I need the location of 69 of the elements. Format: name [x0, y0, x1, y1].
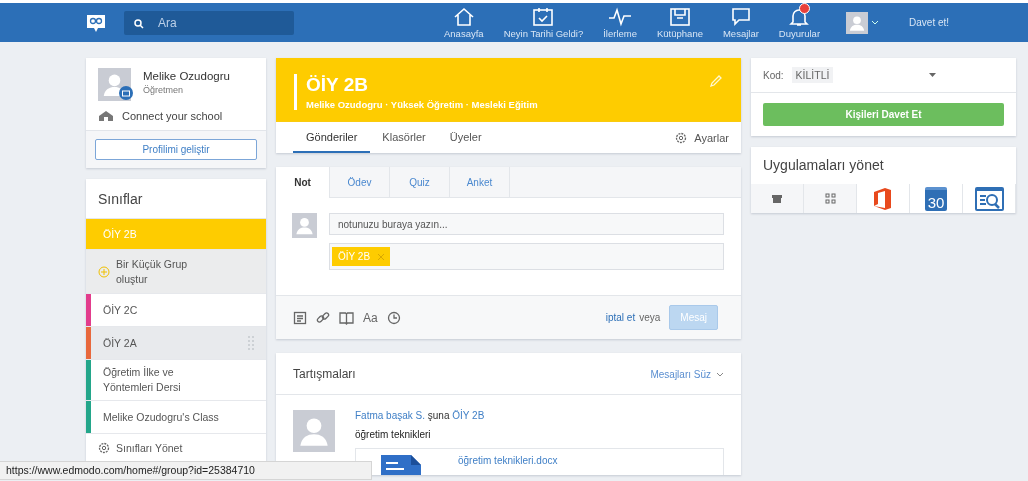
dropdown-caret-icon [929, 73, 937, 77]
nav-item[interactable]: Mesajlar [712, 6, 769, 39]
office-app-icon [873, 186, 893, 211]
composer-tab[interactable]: Quiz [390, 167, 450, 198]
home-icon [452, 6, 475, 27]
calendar-app-icon[interactable]: 30 [924, 186, 948, 211]
user-role: Öğretmen [143, 85, 185, 95]
nav-item[interactable]: Duyurular [768, 6, 831, 39]
settings-icon [675, 131, 688, 144]
class-item[interactable]: ÖİY 2A [86, 327, 266, 360]
group-subtitle: Melike Ozudogru · Yüksek Öğretim · Mesleki Eğitim [306, 99, 538, 110]
apps-heading: Uygulamaları yönet [762, 156, 885, 175]
recipient-tag: ÖİY 2B [332, 247, 391, 266]
pencil-edit-icon [709, 74, 723, 88]
group-tab[interactable]: Üyeler [437, 122, 494, 153]
code-value: KİLİTLİ [791, 67, 834, 83]
bell-icon [788, 6, 811, 27]
caret-icon [871, 19, 880, 26]
or-text: veya [639, 312, 661, 323]
code-label: Kod: [763, 69, 784, 81]
invite-people-button[interactable]: Kişileri Davet Et [763, 103, 1004, 126]
manage-classes-link[interactable]: Sınıfları Yönet [116, 442, 183, 454]
camera-badge-icon [119, 86, 133, 100]
note-input-field[interactable]: notunuzu buraya yazın... [329, 213, 724, 235]
nav-item[interactable]: Anasayfa [434, 6, 494, 39]
group-tab[interactable]: Gönderiler [293, 122, 371, 153]
chat-bubble-icon [729, 6, 752, 27]
link-icon [316, 310, 330, 325]
improve-profile-button[interactable]: Profilimi geliştir [95, 139, 257, 160]
class-item[interactable]: Öğretim İlke ve Yöntemleri Dersi [86, 360, 266, 401]
filter-messages-dropdown[interactable]: Mesajları Süz [650, 368, 724, 380]
text-format-button[interactable]: Aa [363, 310, 378, 325]
user-avatar [846, 11, 869, 34]
chevron-down-icon [716, 371, 724, 377]
composer-tab[interactable]: Not [276, 167, 330, 198]
discussions-heading: Tartışmaları [293, 367, 356, 381]
nav-item[interactable]: Kütüphane [647, 6, 713, 39]
class-item[interactable]: Melike Ozudogru's Class [86, 401, 266, 434]
drag-handle-icon [248, 336, 254, 350]
connect-school-link[interactable]: Connect your school [122, 110, 223, 122]
book-icon [339, 310, 354, 325]
settings-icon [98, 442, 110, 454]
status-bar-url: https://www.edmodo.com/home#/group?id=25384710 [0, 461, 372, 480]
school-icon [98, 110, 114, 122]
grid-icon [824, 193, 836, 204]
calendar-icon [532, 6, 555, 27]
settings-link[interactable]: Ayarlar [694, 131, 729, 144]
clock-icon [386, 310, 401, 325]
store-icon [771, 193, 783, 204]
composer-tab[interactable]: Ödev [330, 167, 390, 198]
search-field[interactable]: Ara [124, 10, 294, 35]
poster-avatar [293, 410, 335, 452]
nav-item[interactable]: Neyin Tarihi Geldi? [493, 6, 594, 39]
cancel-link[interactable]: iptal et [605, 312, 636, 323]
invite-link[interactable]: Davet et! [909, 17, 950, 28]
pulse-icon [608, 6, 633, 27]
remove-icon [378, 253, 385, 260]
nav-item[interactable]: İlerleme [593, 6, 647, 39]
class-item[interactable]: Bir Küçük Grup oluştur [86, 250, 266, 294]
plus-circle-icon [98, 265, 110, 278]
group-title: ÖİY 2B [306, 74, 369, 96]
post-text: öğretim teknikleri [355, 429, 432, 440]
author-avatar [292, 213, 317, 238]
search-icon [134, 18, 144, 29]
note-icon [293, 310, 307, 325]
composer-tab[interactable]: Anket [450, 167, 510, 198]
post-header: Fatma başak S. şuna ÖİY 2B [355, 410, 486, 421]
group-tab[interactable]: Klasörler [370, 122, 438, 153]
user-name: Melike Ozudogru [143, 70, 230, 82]
